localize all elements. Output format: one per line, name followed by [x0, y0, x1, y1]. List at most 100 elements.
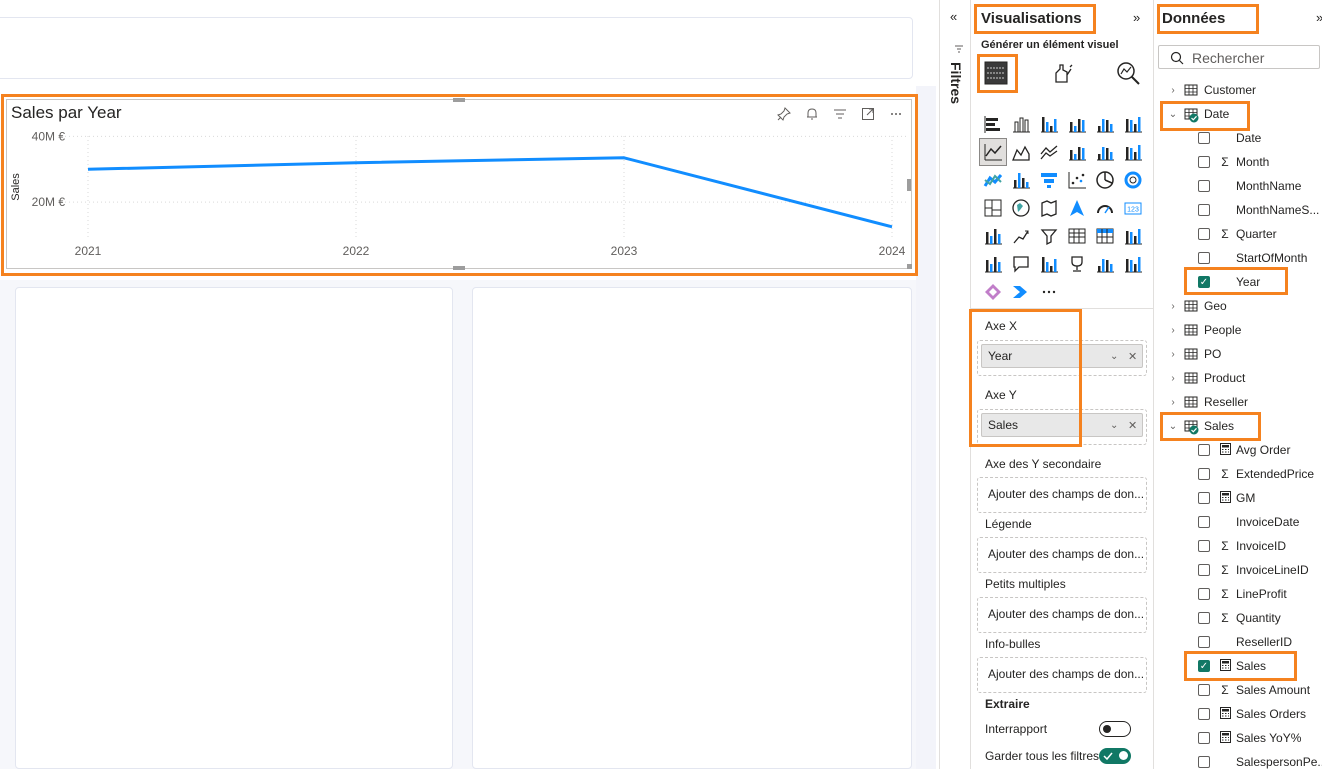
chevron-down-icon[interactable]: ⌄: [1110, 420, 1128, 431]
field-quantity[interactable]: Σ Quantity: [1198, 606, 1281, 630]
field-checkbox[interactable]: ✓: [1198, 660, 1210, 672]
more-visuals-icon[interactable]: [1035, 278, 1063, 306]
100-stacked-bar-chart-icon[interactable]: [1091, 110, 1119, 138]
chevron-right-icon[interactable]: ›: [1168, 301, 1178, 312]
x-axis-well[interactable]: Year ⌄ ✕: [977, 340, 1147, 376]
clustered-column-chart-icon[interactable]: [1063, 110, 1091, 138]
resize-handle[interactable]: [453, 266, 465, 270]
field-checkbox[interactable]: [1198, 636, 1210, 648]
table-po[interactable]: › PO: [1168, 342, 1221, 366]
field-gm[interactable]: GM: [1198, 486, 1255, 510]
stacked-column-chart-icon[interactable]: [1007, 110, 1035, 138]
field-checkbox[interactable]: [1198, 516, 1210, 528]
field-checkbox[interactable]: [1198, 132, 1210, 144]
filters-label[interactable]: Filtres: [948, 62, 964, 104]
chevron-right-icon[interactable]: ›: [1168, 85, 1178, 96]
chevron-down-icon[interactable]: ⌄: [1168, 109, 1178, 120]
field-salespersonpe-[interactable]: SalespersonPe...: [1198, 750, 1322, 769]
python-visual-icon[interactable]: [1119, 250, 1147, 278]
x-axis-field-pill[interactable]: Year ⌄ ✕: [981, 344, 1143, 368]
line-chart-icon[interactable]: [979, 138, 1007, 166]
field-sales[interactable]: ✓ Sales: [1198, 654, 1266, 678]
field-checkbox[interactable]: [1198, 252, 1210, 264]
line-stacked-column-chart-icon[interactable]: [1091, 138, 1119, 166]
donut-chart-icon[interactable]: [1119, 166, 1147, 194]
treemap-icon[interactable]: [979, 194, 1007, 222]
field-checkbox[interactable]: [1198, 204, 1210, 216]
field-invoicedate[interactable]: InvoiceDate: [1198, 510, 1299, 534]
field-sales-yoy-[interactable]: Sales YoY%: [1198, 726, 1301, 750]
more-options-icon[interactable]: [887, 106, 905, 122]
field-quarter[interactable]: Σ Quarter: [1198, 222, 1277, 246]
field-month[interactable]: Σ Month: [1198, 150, 1269, 174]
field-checkbox[interactable]: [1198, 228, 1210, 240]
small-multiples-well[interactable]: Ajouter des champs de don...: [977, 597, 1147, 633]
field-checkbox[interactable]: [1198, 612, 1210, 624]
card-icon[interactable]: 123: [1119, 194, 1147, 222]
field-checkbox[interactable]: [1198, 540, 1210, 552]
scatter-chart-icon[interactable]: [1063, 166, 1091, 194]
resize-handle[interactable]: [907, 179, 911, 191]
gauge-icon[interactable]: [1091, 194, 1119, 222]
chevron-right-icon[interactable]: ›: [1168, 397, 1178, 408]
field-year[interactable]: ✓ Year: [1198, 270, 1260, 294]
clustered-bar-chart-icon[interactable]: [1035, 110, 1063, 138]
table-customer[interactable]: › Customer: [1168, 78, 1256, 102]
empty-visual-top[interactable]: [0, 17, 913, 79]
filled-map-icon[interactable]: [1035, 194, 1063, 222]
field-avg-order[interactable]: Avg Order: [1198, 438, 1290, 462]
stacked-area-chart-icon[interactable]: [1035, 138, 1063, 166]
table-reseller[interactable]: › Reseller: [1168, 390, 1248, 414]
resize-handle[interactable]: [907, 264, 912, 269]
collapse-left-icon[interactable]: «: [950, 9, 957, 24]
remove-field-icon[interactable]: ✕: [1128, 350, 1142, 363]
table-geo[interactable]: › Geo: [1168, 294, 1226, 318]
power-apps-icon[interactable]: [979, 278, 1007, 306]
y-axis-well[interactable]: Sales ⌄ ✕: [977, 409, 1147, 445]
chevron-right-icon[interactable]: ›: [1168, 373, 1178, 384]
qna-icon[interactable]: [1007, 250, 1035, 278]
analytics-tab[interactable]: [1113, 58, 1143, 88]
field-invoicelineid[interactable]: Σ InvoiceLineID: [1198, 558, 1309, 582]
series-line[interactable]: [87, 156, 893, 229]
expand-right-icon[interactable]: »: [1133, 10, 1140, 25]
chevron-right-icon[interactable]: ›: [1168, 349, 1178, 360]
field-checkbox[interactable]: [1198, 588, 1210, 600]
field-checkbox[interactable]: [1198, 180, 1210, 192]
field-checkbox[interactable]: [1198, 708, 1210, 720]
format-visual-tab[interactable]: [1048, 58, 1078, 88]
field-checkbox[interactable]: [1198, 444, 1210, 456]
bell-icon[interactable]: [803, 106, 821, 122]
field-checkbox[interactable]: [1198, 732, 1210, 744]
power-automate-icon[interactable]: [1007, 278, 1035, 306]
collapse-data-icon[interactable]: »: [1316, 10, 1322, 25]
chevron-down-icon[interactable]: ⌄: [1110, 351, 1128, 362]
goals-icon[interactable]: [1063, 250, 1091, 278]
field-resellerid[interactable]: ResellerID: [1198, 630, 1292, 654]
field-monthnames-[interactable]: MonthNameS...: [1198, 198, 1319, 222]
table-date[interactable]: ⌄ Date: [1168, 102, 1229, 126]
table-sales[interactable]: ⌄ Sales: [1168, 414, 1234, 438]
ribbon-chart-icon[interactable]: [979, 166, 1007, 194]
field-monthname[interactable]: MonthName: [1198, 174, 1301, 198]
table-people[interactable]: › People: [1168, 318, 1241, 342]
chevron-down-icon[interactable]: ⌄: [1168, 421, 1178, 432]
funnel-chart-icon[interactable]: [1035, 166, 1063, 194]
map-icon[interactable]: [1007, 194, 1035, 222]
paginated-report-icon[interactable]: [1091, 250, 1119, 278]
field-checkbox[interactable]: [1198, 564, 1210, 576]
tooltips-well[interactable]: Ajouter des champs de don...: [977, 657, 1147, 693]
area-chart-icon[interactable]: [1007, 138, 1035, 166]
field-extendedprice[interactable]: Σ ExtendedPrice: [1198, 462, 1314, 486]
line-chart-visual[interactable]: 40M € 20M € 2021 2022 2023 2024 Sales Sales pa…: [6, 98, 912, 270]
100-stacked-area-chart-icon[interactable]: [1063, 138, 1091, 166]
key-influencers-icon[interactable]: [979, 250, 1007, 278]
slicer-icon[interactable]: [1035, 222, 1063, 250]
waterfall-chart-icon[interactable]: [1007, 166, 1035, 194]
field-checkbox[interactable]: [1198, 468, 1210, 480]
build-visual-tab[interactable]: [981, 58, 1011, 88]
keep-filters-toggle[interactable]: [1099, 748, 1131, 764]
field-checkbox[interactable]: [1198, 684, 1210, 696]
field-checkbox[interactable]: [1198, 492, 1210, 504]
empty-visual-bottom-left[interactable]: [15, 287, 453, 769]
